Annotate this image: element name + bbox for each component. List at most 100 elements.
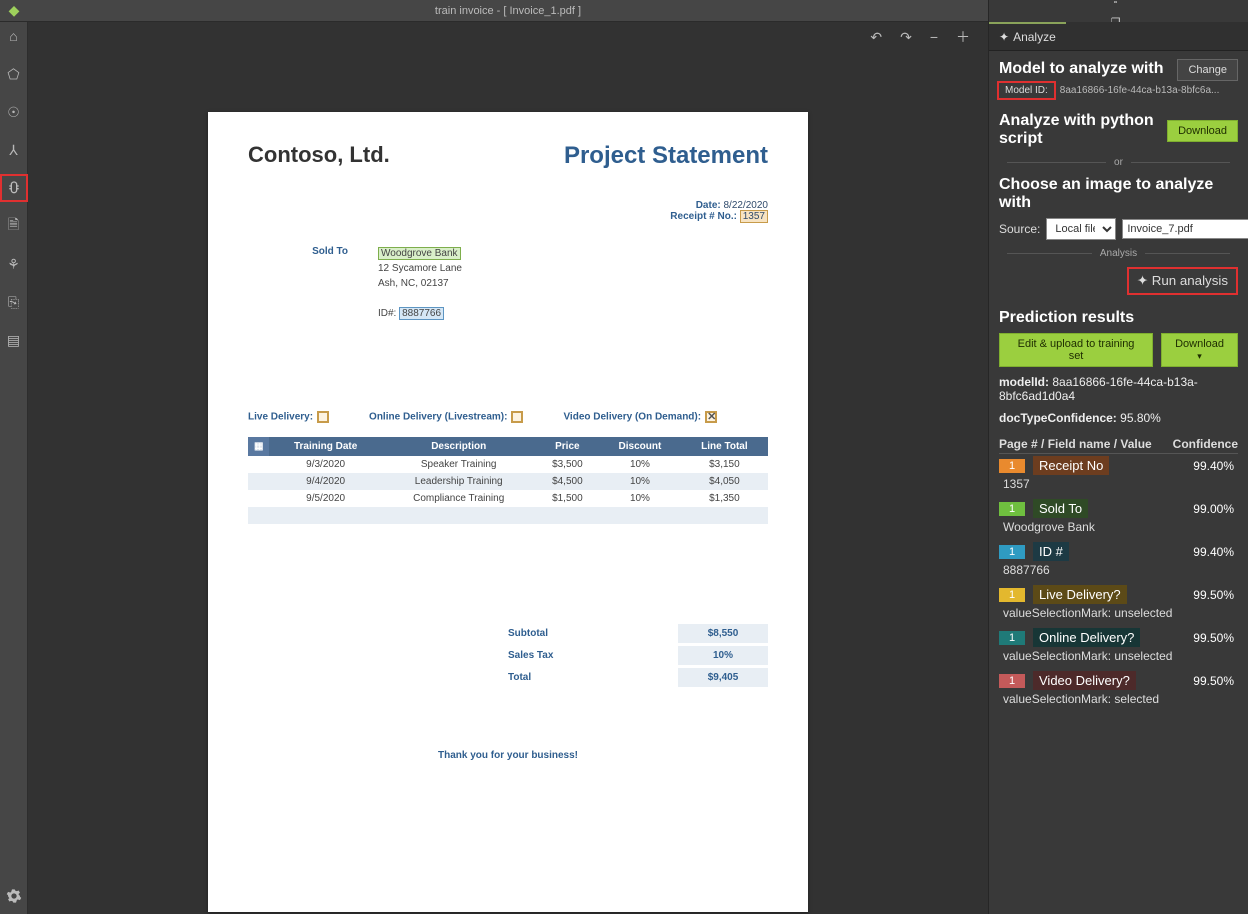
or-separator: or [1114, 157, 1123, 168]
prediction-heading: Prediction results [999, 309, 1238, 327]
field-name: ID # [1033, 542, 1069, 561]
field-page: 1 [999, 545, 1025, 559]
field-confidence: 99.50% [1193, 674, 1238, 688]
table-row: 9/3/2020 Speaker Training $3,500 10% $3,… [248, 456, 768, 473]
field-row[interactable]: 1Sold To99.00%Woodgrove Bank [999, 499, 1238, 540]
receipt-value: 1357 [740, 210, 768, 223]
subtotal-value: $8,550 [678, 624, 768, 643]
field-row[interactable]: 1Live Delivery?99.50%valueSelectionMark:… [999, 585, 1238, 626]
field-value: valueSelectionMark: selected [999, 690, 1238, 712]
edit-upload-button[interactable]: Edit & upload to training set [999, 333, 1153, 367]
home-icon[interactable]: ⌂ [4, 26, 24, 46]
online-delivery-label: Online Delivery (Livestream): [369, 412, 507, 423]
field-name: Online Delivery? [1033, 628, 1140, 647]
id-label: ID#: [378, 308, 396, 319]
zoom-out-icon[interactable]: − [930, 29, 938, 45]
link-icon[interactable]: ⎘ [4, 292, 24, 312]
field-name: Receipt No [1033, 456, 1109, 475]
table-row: 9/4/2020 Leadership Training $4,500 10% … [248, 473, 768, 490]
tag-icon[interactable]: ⬠ [4, 64, 24, 84]
robot-icon[interactable]: ☉ [4, 102, 24, 122]
thanks-text: Thank you for your business! [248, 750, 768, 761]
page-heading: Project Statement [564, 142, 768, 170]
bolt-icon: ✦ [1137, 273, 1148, 288]
field-name: Video Delivery? [1033, 671, 1136, 690]
redo-icon[interactable]: ↷ [900, 29, 912, 46]
soldto-name: Woodgrove Bank [378, 247, 461, 260]
source-select[interactable]: Local file [1046, 218, 1116, 240]
field-page: 1 [999, 588, 1025, 602]
id-value: 8887766 [399, 307, 444, 320]
date-label: Date: [696, 200, 721, 211]
field-value: 1357 [999, 475, 1238, 497]
checkbox-checked-icon [705, 411, 717, 423]
tax-value: 10% [678, 646, 768, 665]
document-icon[interactable]: 🗎 [4, 216, 24, 236]
dtc-value: 95.80% [1120, 411, 1161, 425]
subtotal-label: Subtotal [508, 624, 678, 646]
document-title: train invoice - [ Invoice_1.pdf ] [28, 5, 988, 17]
choose-heading: Choose an image to analyze with [999, 176, 1238, 212]
total-label: Total [508, 668, 678, 690]
settings-icon[interactable] [4, 886, 24, 906]
title-bar: ◆ train invoice - [ Invoice_1.pdf ] Help… [0, 0, 1248, 22]
field-confidence: 99.40% [1193, 459, 1238, 473]
analysis-separator: Analysis [1100, 248, 1137, 259]
soldto-addr1: 12 Sycamore Lane [378, 263, 462, 274]
left-nav: ⌂ ⬠ ☉ ⅄ 🗎 ⚘ ⎘ ▤ [0, 22, 28, 914]
analyze-tab-icon: ✦ [999, 30, 1009, 44]
col-disc: Discount [599, 437, 681, 456]
source-label: Source: [999, 222, 1040, 236]
col-date: Training Date [269, 437, 381, 456]
document-viewer: ↶ ↷ − ＋ Contoso, Ltd. Project Statement … [28, 22, 988, 914]
source-file-input[interactable] [1122, 219, 1248, 239]
model-id-label: Model ID: [999, 83, 1054, 98]
col-price: Price [536, 437, 600, 456]
receipt-label: Receipt # No.: [670, 211, 737, 222]
model-heading: Model to analyze with [999, 60, 1163, 78]
field-row[interactable]: 1Online Delivery?99.50%valueSelectionMar… [999, 628, 1238, 669]
field-page: 1 [999, 631, 1025, 645]
line-items-table: ▦ Training Date Description Price Discou… [248, 437, 768, 524]
checkbox-icon [317, 411, 329, 423]
field-row[interactable]: 1Receipt No99.40%1357 [999, 456, 1238, 497]
share-icon[interactable]: ⇪ [1108, 0, 1124, 6]
field-confidence: 99.50% [1193, 588, 1238, 602]
model-id-value: 8aa16866-16fe-44ca-b13a-8bfc6a... [1060, 85, 1238, 96]
field-value: valueSelectionMark: unselected [999, 604, 1238, 626]
zoom-in-icon[interactable]: ＋ [956, 27, 970, 47]
download-results-button[interactable]: Download [1161, 333, 1238, 367]
document-page: Contoso, Ltd. Project Statement Date: 8/… [208, 112, 808, 912]
dtc-label: docTypeConfidence: [999, 411, 1117, 425]
tab-analyze[interactable]: ✦ Analyze [989, 22, 1066, 50]
table-row: 9/5/2020 Compliance Training $1,500 10% … [248, 490, 768, 507]
tax-label: Sales Tax [508, 646, 678, 668]
field-confidence: 99.40% [1193, 545, 1238, 559]
analyze-icon[interactable] [4, 178, 24, 198]
field-name: Sold To [1033, 499, 1088, 518]
checkbox-icon [511, 411, 523, 423]
total-value: $9,405 [678, 668, 768, 687]
video-delivery-label: Video Delivery (On Demand): [563, 412, 701, 423]
field-value: 8887766 [999, 561, 1238, 583]
page-icon[interactable]: ▤ [4, 330, 24, 350]
run-analysis-button[interactable]: ✦ Run analysis [1127, 267, 1238, 295]
python-heading: Analyze with python script [999, 112, 1167, 147]
live-delivery-label: Live Delivery: [248, 412, 313, 423]
field-row[interactable]: 1 ID # 99.40% 8887766 [999, 542, 1238, 583]
fields-col-right: Confidence [1173, 437, 1238, 451]
field-confidence: 99.50% [1193, 631, 1238, 645]
col-desc: Description [382, 437, 536, 456]
field-page: 1 [999, 502, 1025, 516]
soldto-label: Sold To [248, 246, 348, 321]
field-page: 1 [999, 674, 1025, 688]
change-button[interactable]: Change [1177, 59, 1238, 81]
col-total: Line Total [681, 437, 768, 456]
field-row[interactable]: 1 Video Delivery? 99.50% valueSelectionMark… [999, 671, 1238, 712]
right-panel: ✦ Analyze Model to analyze with Change M… [988, 22, 1248, 914]
modelid-full-label: modelId: [999, 375, 1049, 389]
plug-icon[interactable]: ⚘ [4, 254, 24, 274]
download-script-button[interactable]: Download [1167, 120, 1238, 142]
merge-icon[interactable]: ⅄ [4, 140, 24, 160]
undo-icon[interactable]: ↶ [870, 29, 882, 46]
